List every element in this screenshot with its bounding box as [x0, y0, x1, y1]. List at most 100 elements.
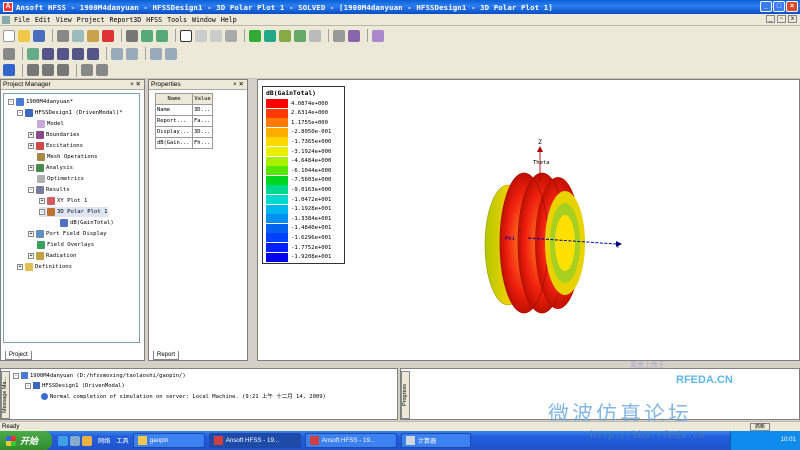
toolbar-label-tools[interactable]: 工具	[116, 436, 128, 445]
collapse-icon[interactable]: -	[8, 99, 14, 105]
window-icon[interactable]	[372, 29, 384, 42]
results-icon[interactable]	[279, 29, 291, 42]
tree-node[interactable]: + Radiation	[28, 251, 76, 261]
save-icon[interactable]	[33, 29, 45, 42]
expand-icon[interactable]: +	[28, 231, 34, 237]
analyze-icon[interactable]	[264, 29, 276, 42]
view-front-icon[interactable]	[27, 64, 39, 76]
tree-node[interactable]: Field Overlays	[37, 240, 94, 250]
property-value[interactable]: Fh...	[192, 137, 213, 149]
table-row[interactable]: dB(Gain... Fh...	[155, 137, 213, 149]
tree-node[interactable]: + Port Field Display	[28, 229, 107, 239]
tree-node-selected[interactable]: - 3D Polar Plot 1	[39, 207, 108, 217]
menu-project[interactable]: Project	[77, 16, 105, 24]
collapse-icon[interactable]: -	[25, 382, 31, 389]
color-legend[interactable]: dB(GainTotal) 4.0874e+000 2.6314e+000 1.17…	[262, 86, 345, 264]
task-calculator[interactable]: 计算器	[400, 433, 471, 448]
select-icon[interactable]	[180, 29, 192, 42]
zoom-out-icon[interactable]	[126, 47, 138, 60]
redo-icon[interactable]	[156, 29, 168, 42]
table-row[interactable]: Report... Fa...	[155, 115, 213, 127]
menu-report3d[interactable]: Report3D	[109, 16, 141, 24]
expand-icon[interactable]: +	[28, 165, 34, 171]
menu-help[interactable]: Help	[221, 16, 237, 24]
expand-icon[interactable]: +	[28, 253, 34, 259]
paste-icon[interactable]	[87, 29, 99, 42]
fields-icon[interactable]	[294, 29, 306, 42]
rotate-axis-icon[interactable]	[57, 47, 69, 60]
media-icon[interactable]	[82, 435, 92, 446]
wireframe-icon[interactable]	[96, 64, 108, 76]
task-hfss-1[interactable]: Ansoft HFSS - 19...	[208, 433, 301, 448]
dynamic-zoom-icon[interactable]	[87, 47, 99, 60]
select-edge-icon[interactable]	[210, 29, 222, 42]
plot-icon[interactable]	[309, 29, 321, 42]
menu-hfss[interactable]: HFSS	[146, 16, 162, 24]
tree-node[interactable]: + XY Plot 1	[39, 196, 87, 206]
start-button[interactable]: 开始	[0, 431, 52, 450]
measure-icon[interactable]	[333, 29, 345, 42]
mdi-minimize-button[interactable]: _	[766, 15, 775, 23]
close-icon[interactable]: × ✕	[130, 80, 141, 89]
print-icon[interactable]	[126, 29, 138, 42]
tab-report[interactable]: Report	[153, 351, 180, 360]
tree-node[interactable]: + Excitations	[28, 141, 83, 151]
project-tree[interactable]: - 1900M4danyuan* - HFSSDesign1 (DrivenMo…	[3, 93, 140, 343]
ie-icon[interactable]	[58, 435, 68, 446]
collapse-icon[interactable]: -	[13, 372, 19, 379]
message-info[interactable]: Normal completion of simulation on serve…	[41, 392, 326, 400]
tree-node[interactable]: dB(GainTotal)	[60, 218, 114, 228]
expand-icon[interactable]: +	[28, 132, 34, 138]
validate-icon[interactable]	[249, 29, 261, 42]
open-icon[interactable]	[18, 29, 30, 42]
mdi-restore-button[interactable]: ▫	[777, 15, 786, 23]
menu-edit[interactable]: Edit	[35, 16, 51, 24]
copy-icon[interactable]	[72, 29, 84, 42]
render-icon[interactable]	[81, 64, 93, 76]
group-icon[interactable]	[225, 29, 237, 42]
fit-selection-icon[interactable]	[165, 47, 177, 60]
clock[interactable]: 10:01	[781, 436, 796, 443]
property-value[interactable]: 3D...	[192, 104, 213, 116]
ruler-icon[interactable]	[348, 29, 360, 42]
table-row[interactable]: Name 3D...	[155, 104, 213, 116]
menu-file[interactable]: File	[14, 16, 30, 24]
menu-view[interactable]: View	[56, 16, 72, 24]
property-value[interactable]: 3D...	[192, 126, 213, 138]
mdi-close-button[interactable]: x	[788, 15, 797, 23]
property-value[interactable]: Fa...	[192, 115, 213, 127]
pan-icon[interactable]	[27, 47, 39, 60]
collapse-icon[interactable]: -	[17, 110, 23, 116]
tree-node[interactable]: - 1900M4danyuan*	[8, 97, 73, 107]
hfss-app-icon[interactable]: A	[3, 2, 13, 12]
expand-icon[interactable]: +	[17, 264, 23, 270]
tab-progress[interactable]: Progress	[401, 371, 410, 419]
new-icon[interactable]	[3, 29, 15, 42]
tree-node[interactable]: + Boundaries	[28, 130, 80, 140]
minimize-button[interactable]: _	[760, 1, 772, 12]
rotate-icon[interactable]	[42, 47, 54, 60]
document-menu-icon[interactable]	[2, 15, 10, 24]
view-top-icon[interactable]	[57, 64, 69, 76]
close-icon[interactable]: × ✕	[233, 80, 244, 89]
message-project[interactable]: - 1900M4danyuan (D:/hfssmoxing/taolaoshi…	[13, 372, 186, 379]
table-row[interactable]: Display... 3D...	[155, 126, 213, 138]
menu-tools[interactable]: Tools	[167, 16, 187, 24]
zoom-in-icon[interactable]	[111, 47, 123, 60]
tree-node[interactable]: Mesh Operations	[37, 152, 98, 162]
close-button[interactable]: ×	[786, 1, 798, 12]
maximize-button[interactable]: □	[773, 1, 785, 12]
spin-icon[interactable]	[72, 47, 84, 60]
expand-icon[interactable]: +	[39, 198, 45, 204]
desktop-icon[interactable]	[70, 435, 80, 446]
tree-node[interactable]: + Analysis	[28, 163, 73, 173]
view-side-icon[interactable]	[42, 64, 54, 76]
fit-all-icon[interactable]	[150, 47, 162, 60]
expand-icon[interactable]: +	[28, 143, 34, 149]
tree-node[interactable]: + Definitions	[17, 262, 72, 272]
tree-node[interactable]: - Results	[28, 185, 70, 195]
select-face-icon[interactable]	[195, 29, 207, 42]
orient-icon[interactable]	[3, 47, 15, 60]
collapse-icon[interactable]: -	[28, 187, 34, 193]
tab-project[interactable]: Project	[5, 351, 32, 360]
